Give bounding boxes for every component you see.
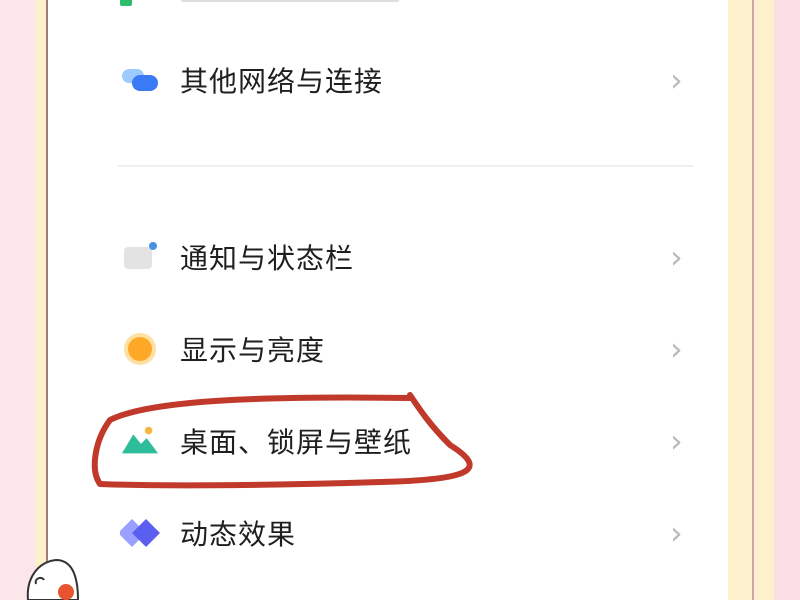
photo-frame-right (726, 0, 800, 600)
motion-effects-icon (120, 513, 160, 553)
network-bubbles-icon (120, 60, 160, 100)
settings-item-other-networks[interactable]: 其他网络与连接 › (60, 44, 700, 116)
settings-item-display-brightness[interactable]: 显示与亮度 › (60, 313, 700, 385)
section-divider (118, 165, 693, 167)
cropped-row-text (180, 0, 400, 2)
chevron-right-icon: › (670, 330, 683, 368)
notification-icon (120, 237, 160, 277)
settings-item-desktop-lockscreen-wallpaper[interactable]: 桌面、锁屏与壁纸 › (60, 405, 700, 477)
chevron-right-icon: › (670, 422, 683, 460)
chevron-right-icon: › (670, 514, 683, 552)
brightness-sun-icon (120, 329, 160, 369)
settings-item-notifications[interactable]: 通知与状态栏 › (60, 221, 700, 293)
settings-item-label: 显示与亮度 (180, 334, 326, 367)
settings-item-label: 通知与状态栏 (180, 242, 355, 275)
chevron-right-icon: › (670, 61, 683, 99)
settings-item-motion-effects[interactable]: 动态效果 › (60, 497, 700, 569)
cropped-row-top (120, 0, 132, 6)
settings-item-label: 动态效果 (180, 518, 297, 551)
settings-item-label: 桌面、锁屏与壁纸 (180, 426, 413, 459)
chevron-right-icon: › (670, 238, 683, 276)
photo-frame-left (0, 0, 44, 600)
wallpaper-mountain-icon (120, 421, 160, 461)
settings-item-label: 其他网络与连接 (180, 65, 384, 98)
sticker-decoration (26, 558, 80, 600)
